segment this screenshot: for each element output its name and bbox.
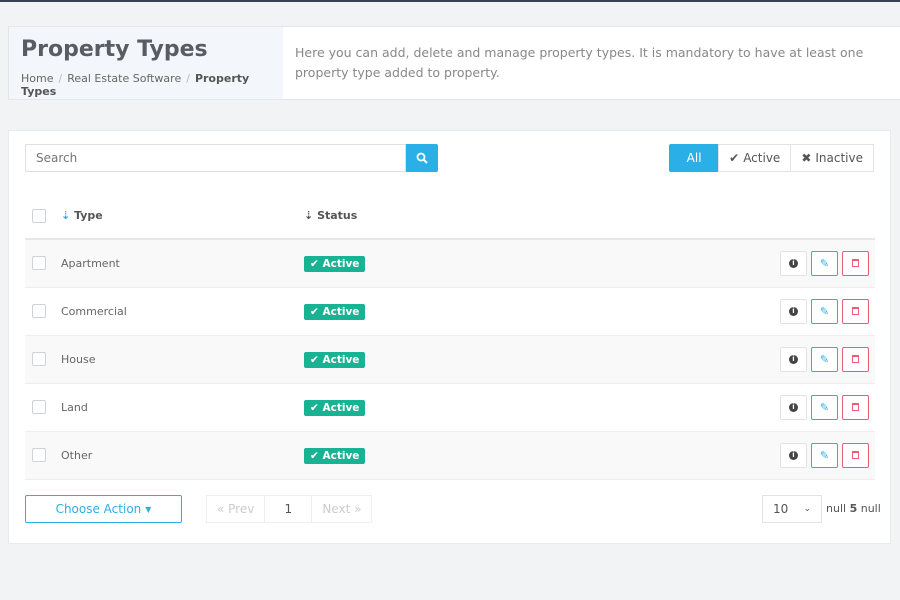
page-description: Here you can add, delete and manage prop…: [295, 45, 864, 80]
property-types-panel: All ✔Active ✖Inactive ⇣ Type ⇣ Status Ap…: [8, 130, 891, 544]
check-icon: ✔: [729, 151, 740, 165]
table-row: House ✔ Active i ✎: [25, 335, 875, 384]
delete-button[interactable]: [842, 298, 869, 324]
table-row: Other ✔ Active i ✎: [25, 431, 875, 480]
type-cell: Other: [61, 431, 304, 480]
info-icon: i: [789, 354, 798, 364]
x-icon: ✖: [801, 151, 812, 165]
row-checkbox[interactable]: [32, 400, 46, 414]
property-types-table: ⇣ Type ⇣ Status Apartment ✔ Active i ✎ Co…: [25, 193, 875, 480]
row-checkbox[interactable]: [32, 256, 46, 271]
search-button[interactable]: [406, 144, 438, 172]
record-count: null 5 null: [826, 502, 881, 515]
status-badge: ✔ Active: [304, 255, 366, 272]
row-checkbox[interactable]: [32, 352, 46, 366]
info-icon: i: [789, 450, 798, 460]
type-cell: House: [61, 335, 304, 384]
status-badge: ✔ Active: [304, 351, 366, 368]
table-row: Apartment ✔ Active i ✎: [25, 239, 875, 288]
trash-icon: [852, 259, 859, 268]
sort-icon: ⇣: [304, 209, 314, 222]
row-checkbox[interactable]: [32, 304, 46, 318]
pencil-icon: ✎: [819, 448, 830, 462]
search-icon: [416, 152, 428, 164]
edit-button[interactable]: ✎: [811, 442, 838, 468]
edit-button[interactable]: ✎: [811, 346, 838, 372]
next-page-button[interactable]: Next »: [311, 495, 373, 523]
delete-button[interactable]: [842, 442, 869, 468]
prev-page-button[interactable]: « Prev: [206, 495, 266, 523]
info-button[interactable]: i: [780, 346, 807, 372]
status-filter: All ✔ Active ✖ Inactive: [669, 144, 874, 172]
caret-down-icon: ▼: [145, 504, 152, 514]
type-cell: Commercial: [61, 287, 304, 336]
per-page-select[interactable]: 10 ⌄: [762, 495, 822, 523]
edit-button[interactable]: ✎: [811, 394, 838, 420]
check-icon: ✔: [310, 353, 319, 366]
row-checkbox[interactable]: [32, 448, 46, 462]
column-type[interactable]: ⇣ Type: [61, 193, 304, 240]
trash-icon: [852, 451, 859, 459]
breadcrumb-software[interactable]: Real Estate Software: [67, 72, 181, 85]
pencil-icon: ✎: [819, 352, 830, 366]
chevron-down-icon: ⌄: [803, 504, 811, 514]
edit-button[interactable]: ✎: [811, 298, 838, 324]
trash-icon: [852, 307, 859, 315]
status-badge: ✔ Active: [304, 303, 366, 320]
breadcrumb-home[interactable]: Home: [21, 72, 53, 85]
search-input[interactable]: [25, 144, 406, 172]
choose-action-button[interactable]: Choose Action ▼: [25, 495, 182, 523]
trash-icon: [852, 355, 859, 363]
page-title: Property Types: [21, 37, 208, 62]
pencil-icon: ✎: [819, 304, 830, 318]
column-status[interactable]: ⇣ Status: [304, 193, 523, 240]
check-icon: ✔: [310, 449, 319, 462]
info-icon: i: [789, 306, 798, 316]
top-bar: [0, 0, 900, 2]
delete-button[interactable]: [842, 346, 869, 372]
table-row: Commercial ✔ Active i ✎: [25, 287, 875, 336]
info-icon: i: [789, 258, 798, 268]
delete-button[interactable]: [842, 394, 869, 420]
pagination: « Prev 1 Next »: [206, 495, 373, 523]
table-row: Land ✔ Active i ✎: [25, 383, 875, 432]
trash-icon: [852, 403, 859, 411]
check-icon: ✔: [310, 401, 319, 414]
sort-icon: ⇣: [61, 209, 71, 222]
info-button[interactable]: i: [780, 394, 807, 420]
info-button[interactable]: i: [780, 298, 807, 324]
pencil-icon: ✎: [819, 256, 830, 270]
info-button[interactable]: i: [780, 442, 807, 468]
check-icon: ✔: [310, 305, 319, 318]
status-badge: ✔ Active: [304, 399, 366, 416]
breadcrumb: Home / Real Estate Software / Property Types: [21, 72, 250, 98]
delete-button[interactable]: [842, 250, 869, 276]
status-badge: ✔ Active: [304, 447, 366, 464]
filter-all[interactable]: All: [669, 144, 720, 172]
info-icon: i: [789, 402, 798, 412]
select-all-checkbox[interactable]: [32, 208, 46, 223]
filter-active[interactable]: ✔ Active: [718, 144, 792, 172]
page-1-button[interactable]: 1: [264, 495, 313, 523]
type-cell: Land: [61, 383, 304, 432]
type-cell: Apartment: [61, 239, 304, 288]
check-icon: ✔: [310, 257, 319, 270]
filter-inactive[interactable]: ✖ Inactive: [790, 144, 874, 172]
edit-button[interactable]: ✎: [811, 250, 838, 276]
pencil-icon: ✎: [819, 400, 830, 414]
page-header: Property Types Home / Real Estate Software…: [8, 26, 900, 100]
info-button[interactable]: i: [780, 250, 807, 276]
